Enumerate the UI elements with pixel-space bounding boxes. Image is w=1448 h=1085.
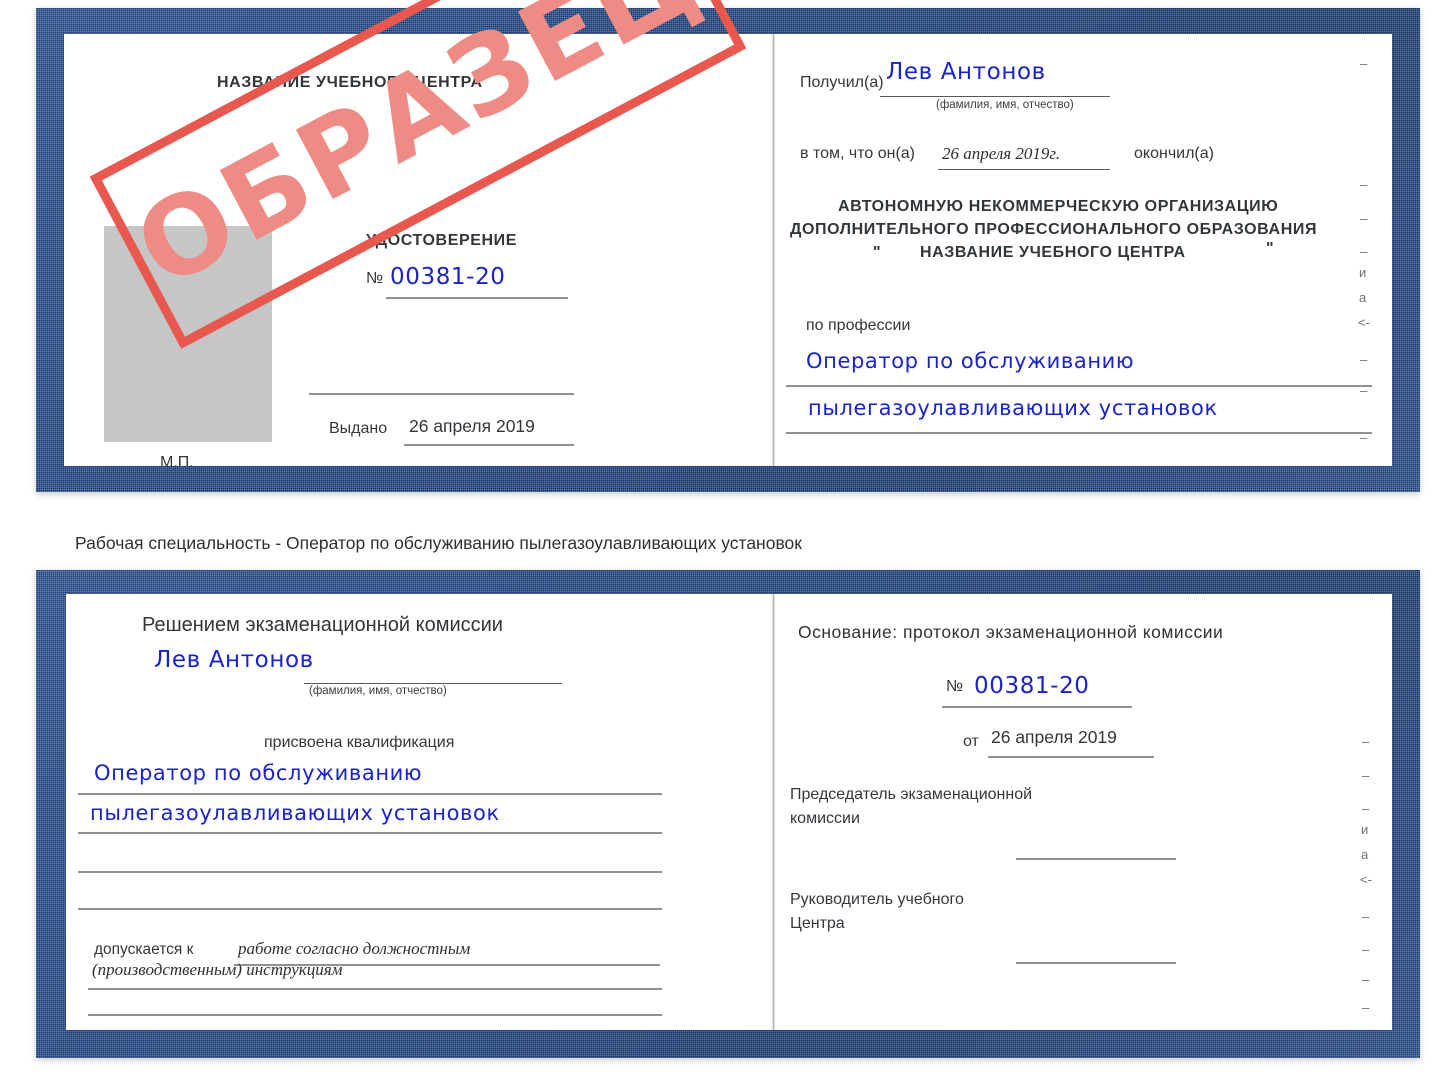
bottom-right-date-prefix: от — [963, 733, 979, 750]
certificate-bottom-pages: Решением экзаменационной комиссии Лев Ан… — [66, 594, 1392, 1030]
top-left-issued-label: Выдано — [329, 420, 388, 437]
bottom-right-bleed-mark-8: – — [1362, 972, 1370, 987]
certificate-top-pages: НАЗВАНИЕ УЧЕБНОГО ЦЕНТРА УДОСТОВЕРЕНИЕ №… — [64, 34, 1392, 466]
bottom-left-qualification-line1: Оператор по обслуживанию — [94, 761, 423, 785]
top-left-issued-value: 26 апреля 2019 — [409, 416, 535, 436]
bottom-right-bleed-mark-0: – — [1362, 734, 1370, 749]
photo-box — [104, 226, 272, 442]
bottom-right-chairman-sign-rule — [1016, 858, 1176, 860]
top-right-bleed-mark-4: и — [1359, 265, 1367, 280]
bottom-left-qual-rule1 — [78, 793, 662, 795]
top-left-page: НАЗВАНИЕ УЧЕБНОГО ЦЕНТРА УДОСТОВЕРЕНИЕ №… — [64, 34, 772, 466]
bottom-left-fio-hint: (фамилия, имя, отчество) — [309, 685, 447, 697]
top-right-profession-line2: пылегазоулавливающих установок — [808, 396, 1218, 420]
top-left-number-prefix: № — [366, 270, 384, 287]
bottom-right-bleed-mark-6: – — [1362, 909, 1370, 924]
bottom-right-number-prefix: № — [946, 678, 964, 695]
certificate-top-fold — [772, 34, 775, 466]
bottom-left-admitted-line2: (производственным) инструкциям — [92, 960, 343, 979]
top-right-bleed-mark-2: – — [1360, 211, 1368, 226]
top-right-completion-date: 26 апреля 2019г. — [942, 144, 1061, 163]
top-left-number-value: 00381-20 — [390, 264, 506, 290]
top-right-fio-hint: (фамилия, имя, отчество) — [936, 99, 1074, 111]
bottom-left-qual-rule2 — [78, 832, 662, 834]
certificate-bottom-fold — [772, 594, 775, 1030]
bottom-right-number-value: 00381-20 — [974, 673, 1090, 699]
bottom-left-decision-title: Решением экзаменационной комиссии — [142, 614, 503, 636]
bottom-right-number-rule — [942, 706, 1132, 708]
bottom-left-qual-rule3 — [78, 871, 662, 873]
top-right-received-rule — [880, 96, 1110, 98]
top-right-that-label: в том, что он(а) — [800, 145, 915, 162]
top-right-profession-rule2 — [786, 432, 1372, 434]
bottom-left-qualification-line2: пылегазоулавливающих установок — [90, 801, 500, 825]
top-right-profession-rule1 — [786, 385, 1372, 387]
bottom-left-qual-rule4 — [78, 908, 662, 910]
bottom-right-chairman-line1: Председатель экзаменационной — [790, 786, 1033, 803]
bottom-right-basis-label: Основание: протокол экзаменационной коми… — [798, 622, 1224, 642]
top-right-bleed-mark-5: а — [1359, 290, 1367, 305]
top-right-org-line1: АВТОНОМНУЮ НЕКОММЕРЧЕСКУЮ ОРГАНИЗАЦИЮ — [838, 198, 1279, 215]
top-right-org-line3: НАЗВАНИЕ УЧЕБНОГО ЦЕНТРА — [920, 244, 1186, 261]
top-right-bleed-mark-1: – — [1360, 177, 1368, 192]
bottom-right-date-value: 26 апреля 2019 — [991, 727, 1117, 747]
bottom-right-head-line1: Руководитель учебного — [790, 891, 964, 908]
bottom-left-admitted-label: допускается к — [94, 941, 194, 958]
top-left-doc-type: УДОСТОВЕРЕНИЕ — [366, 232, 518, 249]
bottom-left-page: Решением экзаменационной комиссии Лев Ан… — [66, 594, 772, 1030]
top-right-bleed-mark-3: – — [1360, 244, 1368, 259]
bottom-right-date-rule — [988, 756, 1154, 758]
bottom-right-chairman-line2: комиссии — [790, 810, 860, 827]
top-right-received-label: Получил(а) — [800, 74, 884, 91]
top-right-org-line2: ДОПОЛНИТЕЛЬНОГО ПРОФЕССИОНАЛЬНОГО ОБРАЗО… — [790, 221, 1318, 238]
bottom-right-page: Основание: протокол экзаменационной коми… — [776, 594, 1392, 1030]
bottom-right-head-sign-rule — [1016, 962, 1176, 964]
top-left-org-title: НАЗВАНИЕ УЧЕБНОГО ЦЕНТРА — [217, 74, 483, 91]
top-right-profession-label: по профессии — [806, 317, 911, 334]
bottom-right-bleed-mark-3: и — [1361, 822, 1369, 837]
top-left-number-rule — [386, 297, 568, 299]
bottom-right-bleed-mark-1: – — [1362, 768, 1370, 783]
bottom-left-name-value: Лев Антонов — [154, 647, 314, 673]
top-right-finished-label: окончил(а) — [1134, 145, 1214, 162]
bottom-left-admitted-line1: работе согласно должностным — [238, 939, 471, 958]
top-left-issued-rule — [404, 444, 574, 446]
top-right-bleed-mark-0: – — [1360, 56, 1368, 71]
top-right-bleed-mark-7: – — [1360, 352, 1368, 367]
top-left-blank-rule — [309, 393, 574, 395]
bottom-right-bleed-mark-9: – — [1362, 1000, 1370, 1015]
bottom-left-qualification-label: присвоена квалификация — [264, 734, 455, 751]
top-right-org-quote-open: " — [873, 244, 882, 261]
bottom-right-bleed-mark-2: – — [1362, 801, 1370, 816]
top-right-org-quote-close: " — [1266, 240, 1275, 257]
bottom-left-admitted-rule2 — [88, 988, 662, 990]
bottom-right-head-line2: Центра — [790, 915, 845, 932]
top-right-received-value: Лев Антонов — [886, 59, 1046, 85]
top-right-bleed-mark-8: – — [1360, 383, 1368, 398]
top-right-page: Получил(а) Лев Антонов (фамилия, имя, от… — [776, 34, 1392, 466]
bottom-right-bleed-mark-4: а — [1361, 847, 1369, 862]
top-right-profession-line1: Оператор по обслуживанию — [806, 349, 1135, 373]
top-right-date-rule — [938, 169, 1110, 171]
bottom-left-admitted-rule3 — [88, 1014, 662, 1016]
top-right-bleed-mark-9: – — [1360, 430, 1368, 445]
top-left-seal-label: М.П. — [160, 454, 194, 466]
top-right-bleed-mark-6: <- — [1358, 315, 1370, 330]
bottom-right-bleed-mark-5: <- — [1360, 872, 1372, 887]
caption-text: Рабочая специальность - Оператор по обсл… — [75, 533, 802, 553]
bottom-right-bleed-mark-7: – — [1362, 942, 1370, 957]
